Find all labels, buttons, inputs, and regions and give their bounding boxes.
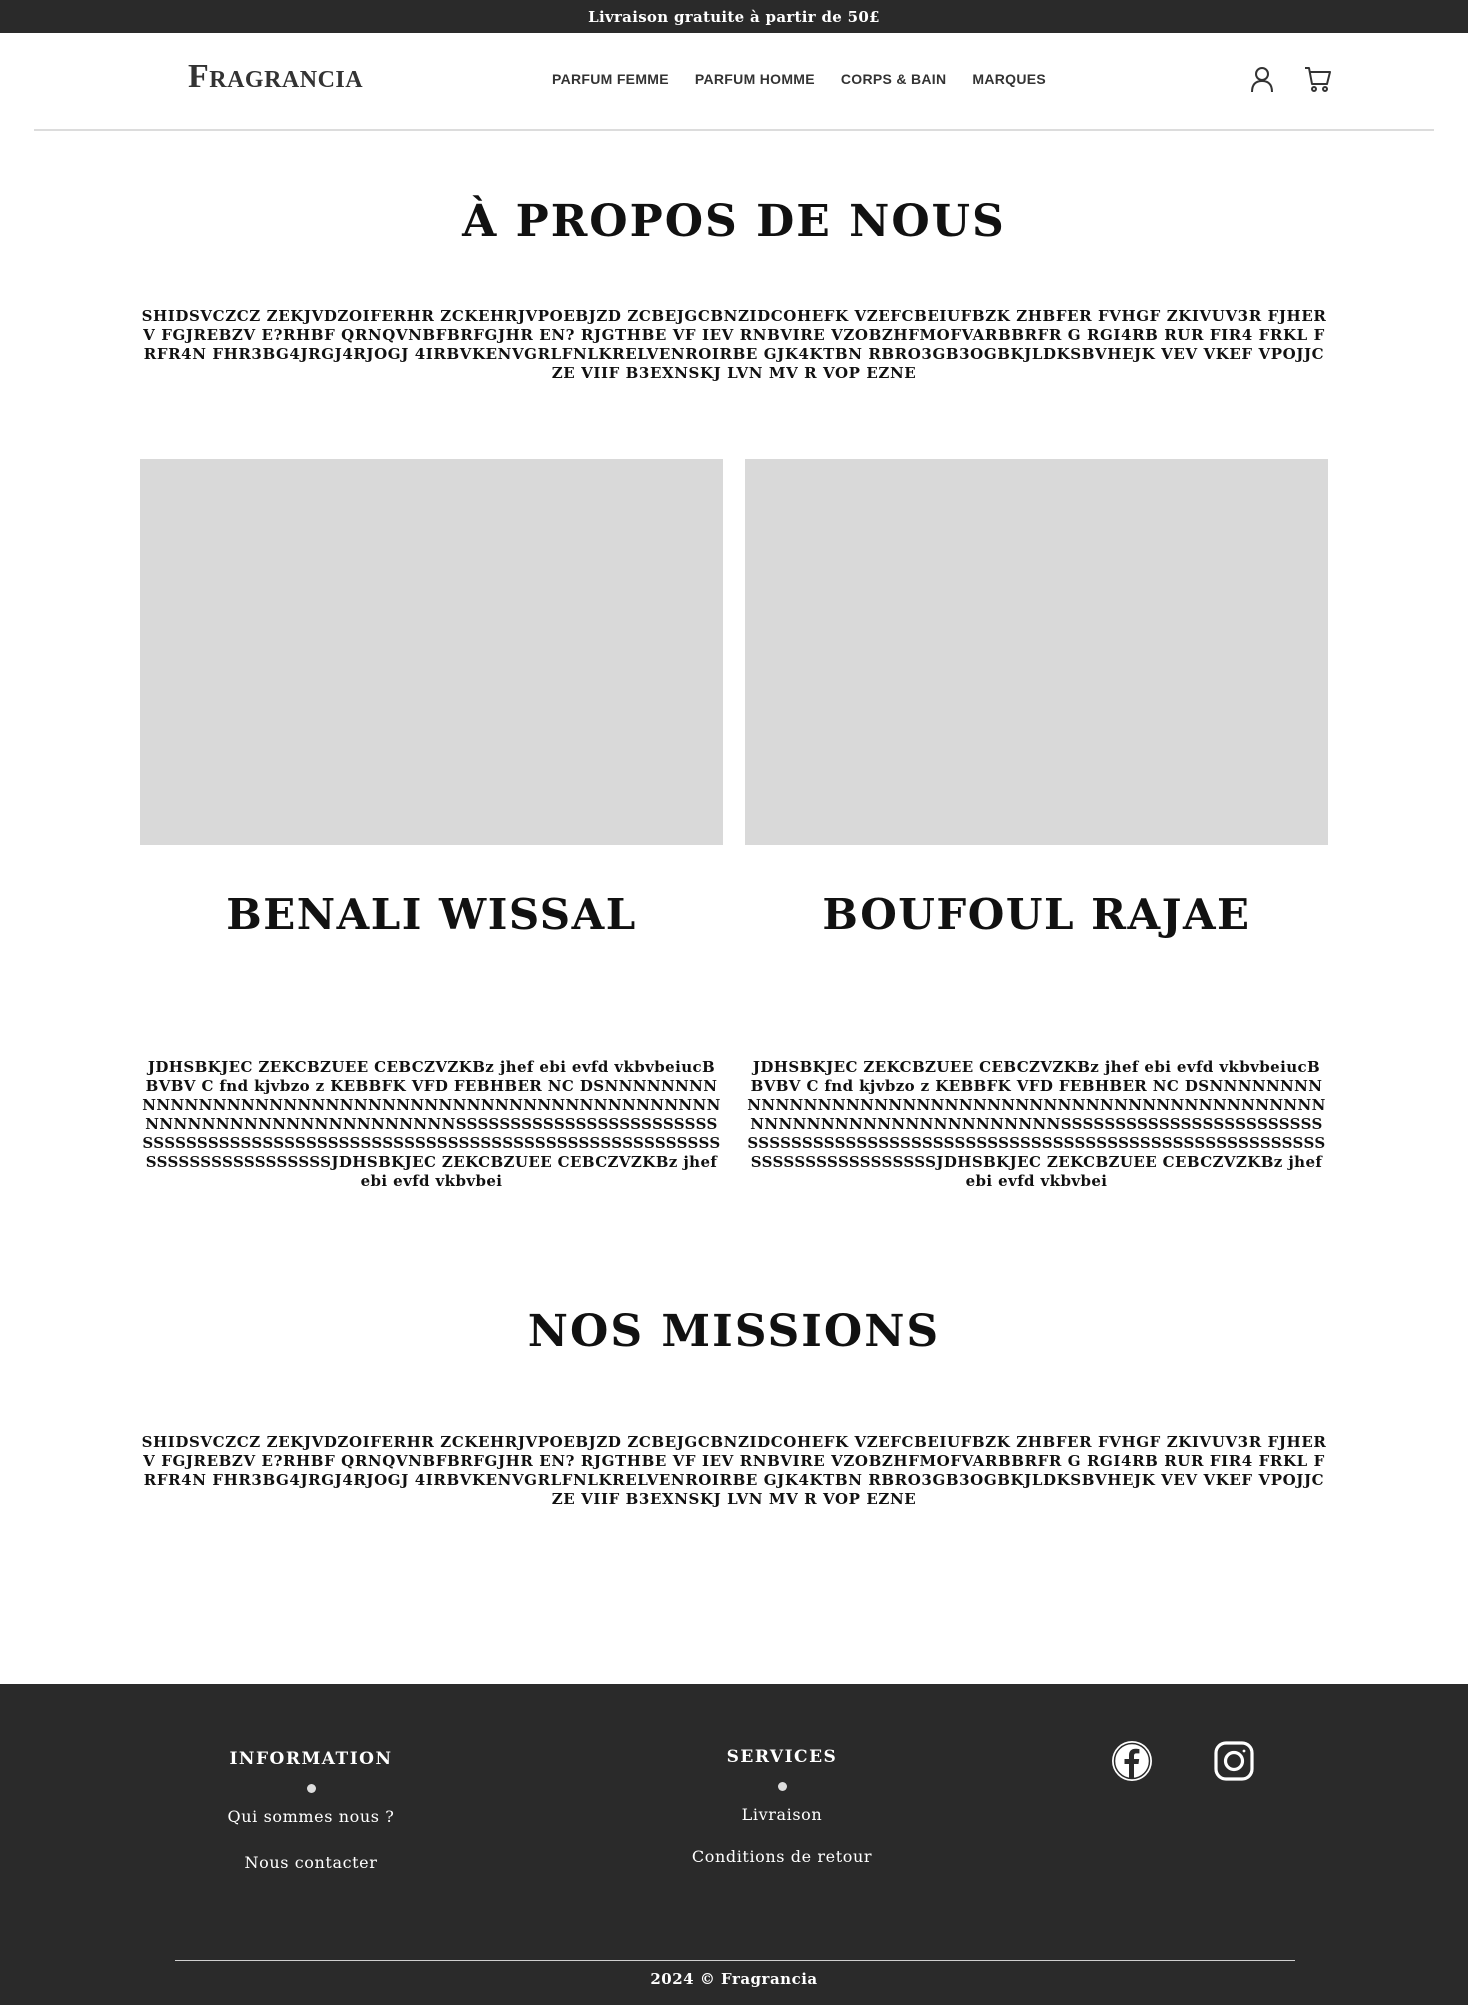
site-header: Fragrancia PARFUM FEMME PARFUM HOMME COR… [0, 33, 1468, 131]
site-footer: INFORMATION Qui sommes nous ? Nous conta… [0, 1684, 1468, 2005]
cart-icon[interactable] [1304, 65, 1332, 93]
link-nous-contacter[interactable]: Nous contacter [161, 1853, 461, 1872]
missions-title: NOS MISSIONS [527, 1306, 941, 1357]
facebook-icon[interactable] [1111, 1740, 1153, 1782]
member-bio-1: JDHSBKJEC ZEKCBZUEE CEBCZVZKBz jhef ebi … [142, 1058, 721, 1190]
logo[interactable]: Fragrancia [188, 58, 363, 96]
bullet-dot [306, 1784, 316, 1793]
announcement-text: Livraison gratuite à partir de 50£ [588, 7, 880, 26]
member-name-1: BENALI WISSAL [226, 890, 637, 939]
header-divider [34, 129, 1434, 131]
user-icon[interactable] [1248, 65, 1276, 93]
link-conditions-retour[interactable]: Conditions de retour [632, 1847, 932, 1866]
bullet-dot [777, 1782, 787, 1791]
copyright: 2024 © Fragrancia [650, 1970, 818, 1988]
nav-marques[interactable]: MARQUES [972, 71, 1046, 87]
announcement-bar: Livraison gratuite à partir de 50£ [0, 0, 1468, 33]
main-nav: PARFUM FEMME PARFUM HOMME CORPS & BAIN M… [552, 71, 1046, 87]
about-title: À PROPOS DE NOUS [462, 196, 1006, 247]
member-photo-2 [745, 459, 1328, 845]
header-icons [1248, 65, 1332, 93]
nav-parfum-homme[interactable]: PARFUM HOMME [695, 71, 815, 87]
nav-corps-bain[interactable]: CORPS & BAIN [841, 71, 947, 87]
missions-text: SHIDSVCZCZ ZEKJVDZOIFERHR ZCKEHRJVPOEBJZ… [141, 1433, 1327, 1508]
footer-divider [175, 1960, 1295, 1961]
link-livraison[interactable]: Livraison [632, 1805, 932, 1824]
nav-parfum-femme[interactable]: PARFUM FEMME [552, 71, 669, 87]
footer-services: SERVICES Livraison Conditions de retour [632, 1747, 932, 1893]
footer-services-heading: SERVICES [726, 1747, 838, 1767]
instagram-icon[interactable] [1213, 1740, 1255, 1782]
link-qui-sommes-nous[interactable]: Qui sommes nous ? [161, 1807, 461, 1826]
member-photo-1 [140, 459, 723, 845]
footer-information: INFORMATION Qui sommes nous ? Nous conta… [161, 1749, 461, 1899]
member-bio-2: JDHSBKJEC ZEKCBZUEE CEBCZVZKBz jhef ebi … [747, 1058, 1326, 1190]
about-text: SHIDSVCZCZ ZEKJVDZOIFERHR ZCKEHRJVPOEBJZ… [141, 307, 1327, 382]
footer-information-heading: INFORMATION [229, 1749, 393, 1769]
member-name-2: BOUFOUL RAJAE [822, 890, 1251, 939]
